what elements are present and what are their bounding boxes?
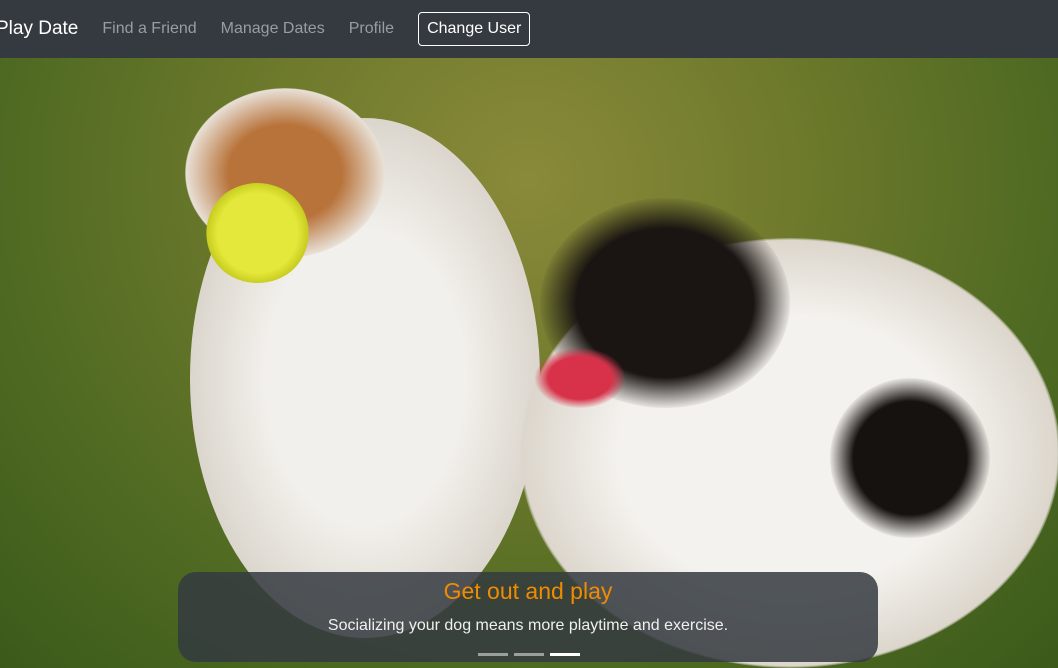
- brand-link[interactable]: Play Date: [0, 18, 78, 40]
- carousel-prev-icon[interactable]: ‹: [0, 358, 1, 381]
- carousel-indicators: [478, 653, 580, 656]
- indicator-1[interactable]: [478, 653, 508, 656]
- caption-title: Get out and play: [443, 578, 613, 604]
- navbar: Play Date Find a Friend Manage Dates Pro…: [0, 0, 1058, 58]
- indicator-2[interactable]: [514, 653, 544, 656]
- nav-profile[interactable]: Profile: [349, 20, 394, 38]
- nav-find-friend[interactable]: Find a Friend: [102, 20, 196, 38]
- carousel-caption: Get out and play Socializing your dog me…: [178, 572, 878, 662]
- carousel: ‹ › Get out and play Socializing your do…: [0, 58, 1058, 668]
- change-user-button[interactable]: Change User: [418, 12, 531, 46]
- indicator-3[interactable]: [550, 653, 580, 656]
- nav-manage-dates[interactable]: Manage Dates: [221, 20, 325, 38]
- caption-text: Socializing your dog means more playtime…: [327, 617, 729, 634]
